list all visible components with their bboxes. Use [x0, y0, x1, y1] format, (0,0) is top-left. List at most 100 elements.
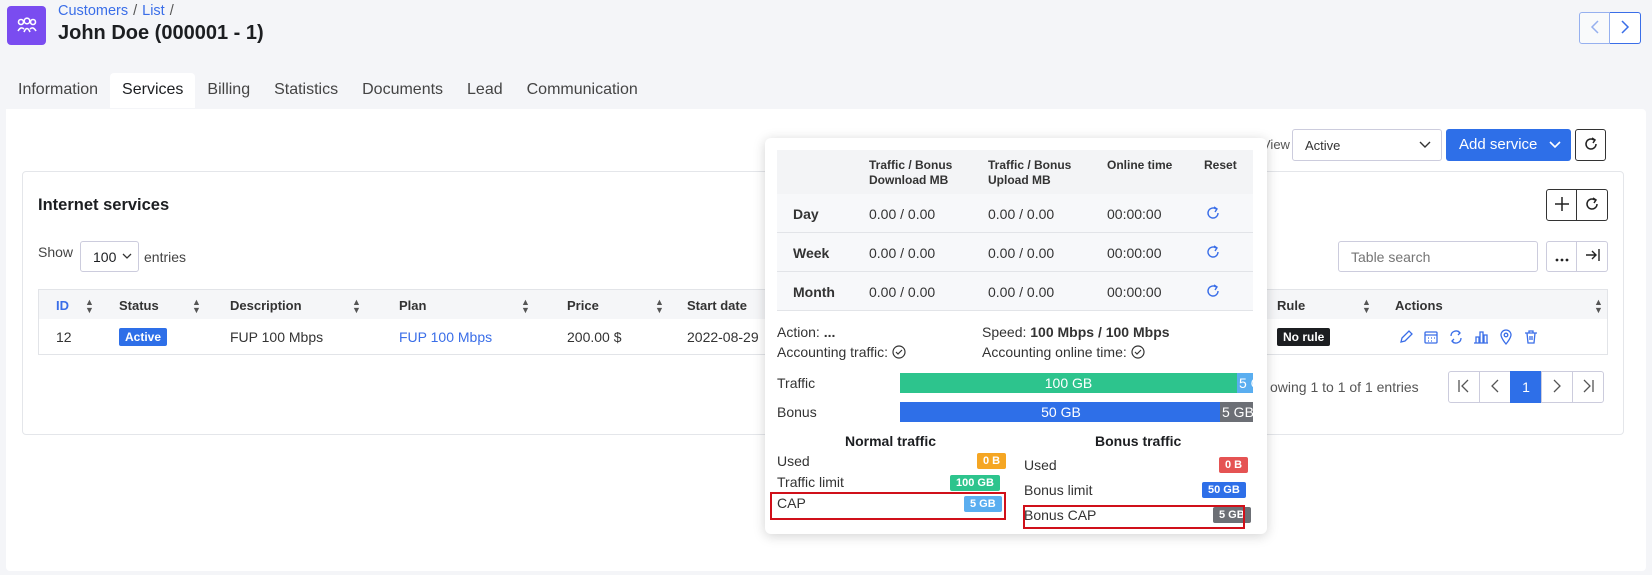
sort-icon[interactable]: ▲ ▼ — [85, 298, 94, 315]
trash-icon[interactable] — [1522, 328, 1540, 346]
previous-page-button[interactable] — [1479, 371, 1511, 403]
bonus-cap-fill: 5 GB — [1220, 402, 1253, 422]
column-header-description[interactable]: Description — [230, 298, 302, 313]
statistics-icon[interactable] — [1472, 328, 1490, 346]
entries-per-page-select[interactable]: 100 — [80, 241, 139, 272]
online-time-value: 00:00:00 — [1107, 284, 1162, 300]
bonus-bar-label: Bonus — [777, 404, 817, 420]
row-actions — [1397, 328, 1540, 346]
pagination: 1 — [1448, 371, 1604, 403]
map-pin-icon[interactable] — [1497, 328, 1515, 346]
export-button[interactable] — [1577, 241, 1608, 272]
rule-badge: No rule — [1277, 328, 1331, 346]
last-page-icon — [1581, 379, 1595, 396]
cell-id: 12 — [56, 329, 72, 345]
add-service-button[interactable]: Add service — [1446, 129, 1571, 161]
change-plan-icon[interactable] — [1447, 328, 1465, 346]
bonus-progress-bar: 50 GB 5 GB — [900, 402, 1253, 422]
edit-icon[interactable] — [1397, 328, 1415, 346]
breadcrumb-list-link[interactable]: List — [142, 3, 165, 19]
calendar-icon[interactable] — [1422, 328, 1440, 346]
card-actions — [1546, 189, 1608, 221]
tab-services[interactable]: Services — [110, 73, 196, 108]
add-internet-service-button[interactable] — [1546, 189, 1577, 221]
page-button-current[interactable]: 1 — [1510, 371, 1542, 403]
plan-link[interactable]: FUP 100 Mbps — [399, 329, 492, 345]
table-search-input[interactable] — [1338, 241, 1538, 272]
sort-icon[interactable]: ▲ ▼ — [521, 298, 530, 315]
tab-statistics[interactable]: Statistics — [262, 73, 350, 108]
pagination-info: owing 1 to 1 of 1 entries — [1270, 379, 1419, 395]
more-options-button[interactable] — [1546, 241, 1577, 272]
plus-icon — [1554, 196, 1570, 215]
last-page-button[interactable] — [1572, 371, 1604, 403]
column-header-rule[interactable]: Rule — [1277, 298, 1305, 313]
accounting-online-label: Accounting online time: — [982, 344, 1127, 360]
sort-icon[interactable]: ▲ ▼ — [192, 298, 201, 315]
column-header-start-date[interactable]: Start date — [687, 298, 747, 313]
traffic-limit-badge: 100 GB — [950, 475, 1000, 491]
download-value: 0.00 / 0.00 — [869, 284, 936, 300]
accounting-traffic-label: Accounting traffic: — [777, 344, 889, 360]
previous-record-button[interactable] — [1579, 12, 1610, 44]
sort-icon[interactable]: ▲ ▼ — [655, 298, 664, 315]
tab-communication[interactable]: Communication — [515, 73, 650, 108]
chevron-left-icon — [1590, 19, 1600, 37]
bonus-traffic-title: Bonus traffic — [1095, 433, 1182, 449]
download-value: 0.00 / 0.00 — [869, 206, 936, 222]
traffic-progress-bar: 100 GB 5 G — [900, 373, 1253, 393]
traffic-fill: 100 GB — [900, 373, 1237, 393]
reset-icon[interactable] — [1205, 283, 1221, 302]
speed-label: Speed: — [982, 324, 1027, 340]
arrow-to-right-icon — [1584, 248, 1600, 265]
card-title: Internet services — [38, 196, 170, 214]
tab-information[interactable]: Information — [6, 73, 110, 108]
header-download: Traffic / Bonus Download MB — [869, 158, 953, 187]
next-record-button[interactable] — [1610, 12, 1641, 44]
refresh-button[interactable] — [1575, 129, 1606, 161]
bonus-used-label: Used — [1024, 457, 1057, 473]
first-page-button[interactable] — [1448, 371, 1480, 403]
refresh-table-button[interactable] — [1577, 189, 1608, 221]
tab-lead[interactable]: Lead — [455, 73, 515, 108]
view-filter-select[interactable]: Active — [1292, 129, 1442, 161]
action-label: Action: — [777, 324, 820, 340]
accounting-online-time: Accounting online time: — [982, 344, 1145, 360]
status-badge: Active — [119, 328, 168, 346]
upload-value: 0.00 / 0.00 — [988, 206, 1055, 222]
accounting-traffic: Accounting traffic: — [777, 344, 906, 360]
column-header-id[interactable]: ID — [56, 298, 69, 313]
reset-icon[interactable] — [1205, 205, 1221, 224]
column-header-price[interactable]: Price — [567, 298, 599, 313]
traffic-limit-label: Traffic limit — [777, 474, 844, 490]
sort-icon[interactable]: ▲ ▼ — [1594, 298, 1603, 315]
chevron-down-icon — [122, 249, 132, 265]
refresh-icon — [1583, 136, 1599, 155]
show-label: Show — [38, 244, 74, 260]
column-header-status[interactable]: Status — [119, 298, 159, 313]
entries-label: entries — [144, 249, 187, 265]
traffic-bar-label: Traffic — [777, 375, 816, 391]
chevron-down-icon — [1549, 137, 1561, 154]
row-label: Day — [793, 206, 819, 222]
sort-icon[interactable]: ▲ ▼ — [352, 298, 361, 315]
reset-icon[interactable] — [1205, 244, 1221, 263]
tab-documents[interactable]: Documents — [350, 73, 455, 108]
next-page-button[interactable] — [1541, 371, 1573, 403]
breadcrumb-separator: / — [133, 3, 138, 19]
column-header-plan[interactable]: Plan — [399, 298, 426, 313]
bonus-limit-label: Bonus limit — [1024, 482, 1093, 498]
bonus-used-badge: 0 B — [1219, 457, 1249, 473]
breadcrumb-customers-link[interactable]: Customers — [58, 3, 128, 19]
column-header-actions: Actions — [1395, 298, 1443, 313]
customer-tabs: Information Services Billing Statistics … — [6, 73, 650, 108]
normal-used-label: Used — [777, 453, 810, 469]
page-title: John Doe (000001 - 1) — [58, 22, 264, 44]
chevron-down-icon — [1419, 138, 1431, 153]
tab-billing[interactable]: Billing — [195, 73, 262, 108]
chevron-left-icon — [1490, 379, 1500, 396]
sort-icon[interactable]: ▲ ▼ — [1362, 298, 1371, 315]
breadcrumb-separator: / — [169, 3, 174, 19]
table-tools — [1546, 241, 1608, 272]
add-service-label: Add service — [1459, 136, 1538, 153]
